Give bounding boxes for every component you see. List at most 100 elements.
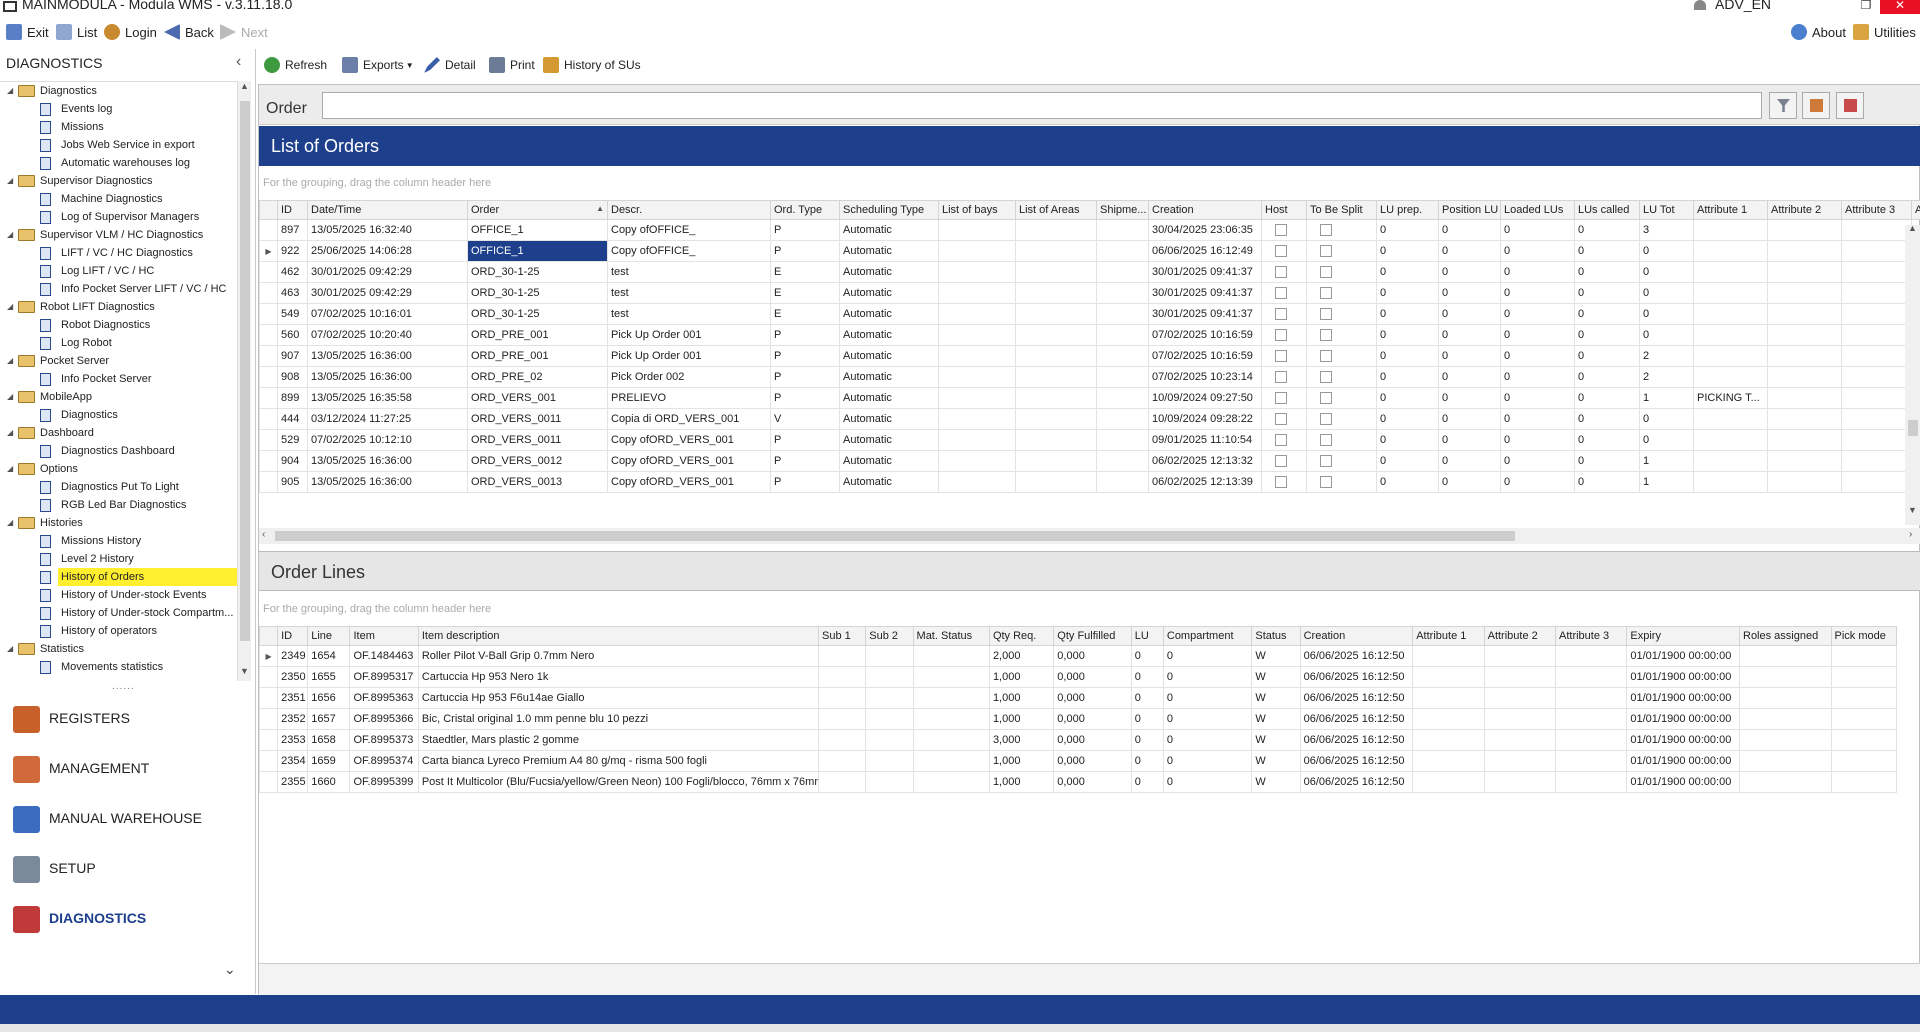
table-cell[interactable] <box>1015 303 1097 325</box>
table-cell[interactable] <box>1015 471 1097 493</box>
table-cell[interactable]: 2352 <box>277 708 309 730</box>
checkbox[interactable] <box>1275 350 1287 363</box>
table-cell[interactable] <box>865 729 914 751</box>
checkbox-cell[interactable] <box>1306 366 1377 388</box>
table-cell[interactable]: Pick Order 002 <box>607 366 771 388</box>
table-cell[interactable]: W <box>1251 750 1301 772</box>
row-indicator[interactable] <box>259 324 278 346</box>
table-cell[interactable] <box>1483 666 1557 688</box>
table-cell[interactable]: Bic, Cristal original 1.0 mm penne blu 1… <box>417 708 820 730</box>
table-cell[interactable]: 0 <box>1574 303 1640 325</box>
table-row[interactable]: 444 03/12/2024 11:27:25 ORD_VERS_0011 Copia… <box>259 408 1920 430</box>
filter-settings-button[interactable] <box>1836 92 1864 119</box>
table-cell[interactable] <box>1841 387 1912 409</box>
table-cell[interactable]: P <box>770 366 840 388</box>
filter-button[interactable] <box>1769 92 1797 119</box>
table-cell[interactable] <box>938 261 1016 283</box>
table-cell[interactable]: 07/02/2025 10:20:40 <box>307 324 468 346</box>
table-cell[interactable]: P <box>770 345 840 367</box>
table-cell[interactable]: P <box>770 387 840 409</box>
checkbox-cell[interactable] <box>1306 219 1377 241</box>
table-cell[interactable]: 0 <box>1500 471 1575 493</box>
tree-folder[interactable]: ◢ Supervisor VLM / HC Diagnostics <box>0 226 237 244</box>
table-cell[interactable]: W <box>1251 645 1301 667</box>
table-cell[interactable] <box>1693 408 1768 430</box>
checkbox[interactable] <box>1275 455 1287 468</box>
table-cell[interactable] <box>1096 324 1149 346</box>
table-cell[interactable] <box>1767 261 1842 283</box>
next-button[interactable]: Next <box>220 23 268 41</box>
table-cell[interactable] <box>818 750 867 772</box>
table-cell[interactable] <box>1830 750 1897 772</box>
tree-item[interactable]: Robot Diagnostics <box>0 316 237 334</box>
checkbox[interactable] <box>1320 245 1332 258</box>
table-cell[interactable]: 07/02/2025 10:12:10 <box>307 429 468 451</box>
table-cell[interactable]: 01/01/1900 00:00:00 <box>1626 750 1740 772</box>
table-cell[interactable]: 10/09/2024 09:27:50 <box>1148 387 1262 409</box>
table-cell[interactable]: 3,000 <box>988 729 1055 751</box>
table-cell[interactable] <box>1841 366 1912 388</box>
table-cell[interactable] <box>1554 771 1628 793</box>
table-cell[interactable] <box>1015 366 1097 388</box>
checkbox-cell[interactable] <box>1261 303 1307 325</box>
table-cell[interactable]: Staedtler, Mars plastic 2 gomme <box>417 729 820 751</box>
table-cell[interactable]: ORD_30-1-25 <box>467 261 608 283</box>
table-cell[interactable]: 13/05/2025 16:36:00 <box>307 366 468 388</box>
table-cell[interactable]: 0 <box>1500 450 1575 472</box>
column-header[interactable]: Item description <box>417 626 820 646</box>
table-cell[interactable] <box>938 324 1016 346</box>
table-cell[interactable]: OF.8995363 <box>349 687 419 709</box>
table-cell[interactable]: P <box>770 219 840 241</box>
column-header[interactable]: Compartment <box>1162 626 1253 646</box>
table-cell[interactable] <box>1841 324 1912 346</box>
table-cell[interactable] <box>1412 750 1485 772</box>
table-cell[interactable]: 1,000 <box>988 708 1055 730</box>
table-cell[interactable] <box>1015 387 1097 409</box>
table-cell[interactable]: 899 <box>277 387 308 409</box>
table-cell[interactable]: 0 <box>1574 219 1640 241</box>
row-indicator[interactable] <box>259 471 278 493</box>
table-cell[interactable]: 0,000 <box>1053 729 1132 751</box>
table-cell[interactable] <box>1015 282 1097 304</box>
table-cell[interactable] <box>1830 666 1897 688</box>
table-cell[interactable]: 0 <box>1438 324 1501 346</box>
column-header[interactable]: Item <box>349 626 419 646</box>
scroll-down-icon[interactable]: ▼ <box>1908 505 1917 515</box>
row-indicator[interactable] <box>258 708 279 730</box>
column-header[interactable]: ID <box>277 626 309 646</box>
table-cell[interactable]: Automatic <box>839 303 939 325</box>
column-header[interactable]: Expiry <box>1626 626 1740 646</box>
checkbox-cell[interactable] <box>1306 303 1377 325</box>
table-cell[interactable] <box>938 345 1016 367</box>
table-cell[interactable]: 06/02/2025 12:13:39 <box>1148 471 1262 493</box>
table-cell[interactable]: E <box>770 282 840 304</box>
table-cell[interactable]: 0 <box>1500 282 1575 304</box>
table-cell[interactable] <box>1412 666 1485 688</box>
checkbox[interactable] <box>1320 434 1332 447</box>
tree-item[interactable]: Log of Supervisor Managers <box>0 208 237 226</box>
table-cell[interactable] <box>1554 687 1628 709</box>
table-cell[interactable]: 0 <box>1438 345 1501 367</box>
table-cell[interactable] <box>1015 429 1097 451</box>
table-cell[interactable]: OFFICE_1 <box>467 219 608 241</box>
checkbox-cell[interactable] <box>1261 324 1307 346</box>
table-cell[interactable]: 0 <box>1162 687 1253 709</box>
checkbox-cell[interactable] <box>1261 366 1307 388</box>
tree-folder[interactable]: ◢ Options <box>0 460 237 478</box>
checkbox-cell[interactable] <box>1306 324 1377 346</box>
tree-item[interactable]: Log LIFT / VC / HC <box>0 262 237 280</box>
table-cell[interactable] <box>1483 771 1557 793</box>
table-cell[interactable] <box>818 687 867 709</box>
table-cell[interactable]: 0 <box>1500 429 1575 451</box>
table-cell[interactable]: 0 <box>1438 408 1501 430</box>
checkbox-cell[interactable] <box>1261 408 1307 430</box>
order-lines-group-panel[interactable]: For the grouping, drag the column header… <box>263 603 491 615</box>
checkbox[interactable] <box>1320 476 1332 489</box>
table-cell[interactable]: 0 <box>1376 261 1439 283</box>
table-cell[interactable] <box>865 771 914 793</box>
table-cell[interactable]: 0 <box>1574 324 1640 346</box>
table-cell[interactable]: 10/09/2024 09:28:22 <box>1148 408 1262 430</box>
table-cell[interactable]: 1654 <box>307 645 351 667</box>
table-cell[interactable]: 463 <box>277 282 308 304</box>
table-cell[interactable]: 908 <box>277 366 308 388</box>
